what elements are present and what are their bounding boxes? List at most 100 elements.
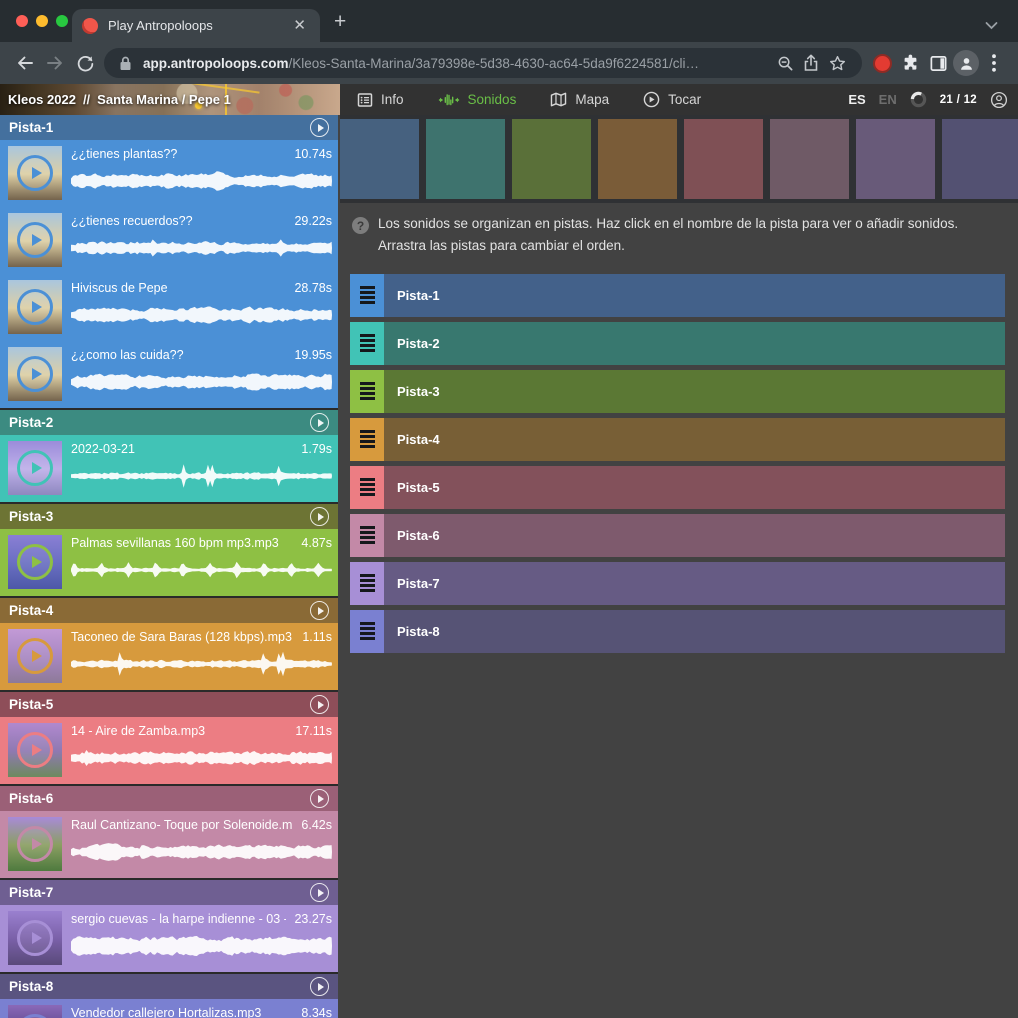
track-row-body[interactable]: Pista-4 (384, 418, 1005, 461)
track-play-button[interactable] (310, 118, 329, 137)
lang-toggle-es[interactable]: ES (848, 92, 865, 107)
browser-profile-avatar[interactable] (952, 48, 980, 78)
audio-clip[interactable]: ¿¿tienes plantas??10.74s (0, 140, 338, 207)
clip-play-icon[interactable] (17, 638, 53, 674)
help-icon: ? (352, 217, 369, 234)
track-row[interactable]: Pista-8 (350, 610, 1005, 653)
minimize-window-button[interactable] (36, 15, 48, 27)
clip-play-icon[interactable] (17, 826, 53, 862)
track-play-button[interactable] (310, 977, 329, 996)
clip-play-icon[interactable] (17, 1014, 53, 1018)
play-triangle-icon (32, 932, 42, 944)
clip-play-icon[interactable] (17, 155, 53, 191)
track-header[interactable]: Pista-1 (0, 115, 338, 140)
track-clips: Vendedor callejero Hortalizas.mp38.34s (0, 999, 338, 1018)
clip-play-icon[interactable] (17, 732, 53, 768)
clip-play-icon[interactable] (17, 356, 53, 392)
reload-button[interactable] (70, 48, 100, 78)
track-row[interactable]: Pista-5 (350, 466, 1005, 509)
browser-menu-kebab-icon[interactable] (980, 48, 1008, 78)
clip-play-icon[interactable] (17, 920, 53, 956)
extensions-puzzle-icon[interactable] (896, 48, 924, 78)
track-play-button[interactable] (310, 601, 329, 620)
address-bar[interactable]: app.antropoloops.com/Kleos-Santa-Marina/… (104, 48, 862, 78)
nav-tab-mapa[interactable]: Mapa (550, 92, 609, 107)
close-window-button[interactable] (16, 15, 28, 27)
clip-thumbnail (8, 1005, 62, 1018)
audio-clip[interactable]: 2022-03-211.79s (0, 435, 338, 502)
bookmark-star-icon[interactable] (824, 50, 850, 76)
track-play-button[interactable] (310, 789, 329, 808)
track-play-button[interactable] (310, 507, 329, 526)
track-row[interactable]: Pista-7 (350, 562, 1005, 605)
track-header[interactable]: Pista-4 (0, 598, 338, 623)
track-header[interactable]: Pista-7 (0, 880, 338, 905)
side-panel-icon[interactable] (924, 48, 952, 78)
track-name: Pista-3 (9, 509, 53, 524)
track-play-button[interactable] (310, 413, 329, 432)
back-button[interactable] (10, 48, 40, 78)
clip-play-icon[interactable] (17, 289, 53, 325)
track-header[interactable]: Pista-2 (0, 410, 338, 435)
clip-play-icon[interactable] (17, 450, 53, 486)
forward-button[interactable] (40, 48, 70, 78)
track-row[interactable]: Pista-3 (350, 370, 1005, 413)
clip-play-icon[interactable] (17, 544, 53, 580)
audio-clip[interactable]: Raul Cantizano- Toque por Solenoide.mp36… (0, 811, 338, 878)
drag-handle-icon[interactable] (350, 562, 384, 605)
track-header[interactable]: Pista-5 (0, 692, 338, 717)
track-row-body[interactable]: Pista-3 (384, 370, 1005, 413)
nav-tab-tocar[interactable]: Tocar (643, 91, 701, 108)
track-play-button[interactable] (310, 883, 329, 902)
track-row-body[interactable]: Pista-2 (384, 322, 1005, 365)
nav-tab-info[interactable]: Info (357, 92, 404, 108)
audio-clip[interactable]: 14 - Aire de Zamba.mp317.11s (0, 717, 338, 784)
audio-clip[interactable]: Vendedor callejero Hortalizas.mp38.34s (0, 999, 338, 1018)
track-row[interactable]: Pista-6 (350, 514, 1005, 557)
track-section: Pista-22022-03-211.79s (0, 410, 338, 502)
audio-clip[interactable]: sergio cuevas - la harpe indienne - 03 -… (0, 905, 338, 972)
screen-recorder-extension-icon[interactable] (868, 48, 896, 78)
drag-handle-icon[interactable] (350, 418, 384, 461)
track-header[interactable]: Pista-6 (0, 786, 338, 811)
browser-tab[interactable]: Play Antropoloops ✕ (72, 9, 320, 42)
track-row-body[interactable]: Pista-1 (384, 274, 1005, 317)
audio-clip[interactable]: Taconeo de Sara Baras (128 kbps).mp31.11… (0, 623, 338, 690)
audio-clip[interactable]: Palmas sevillanas 160 bpm mp3.mp34.87s (0, 529, 338, 596)
track-row-body[interactable]: Pista-6 (384, 514, 1005, 557)
track-row[interactable]: Pista-4 (350, 418, 1005, 461)
track-row-body[interactable]: Pista-8 (384, 610, 1005, 653)
drag-handle-icon[interactable] (350, 370, 384, 413)
track-row[interactable]: Pista-2 (350, 322, 1005, 365)
account-icon[interactable] (990, 91, 1008, 109)
zoom-window-button[interactable] (56, 15, 68, 27)
audio-clip[interactable]: Hiviscus de Pepe28.78s (0, 274, 338, 341)
audio-clip[interactable]: ¿¿tienes recuerdos??29.22s (0, 207, 338, 274)
breadcrumb-page[interactable]: Santa Marina / Pepe 1 (97, 92, 231, 107)
track-play-button[interactable] (310, 695, 329, 714)
app-nav: Info Sonidos Mapa Tocar (357, 91, 701, 108)
clip-title: ¿¿como las cuida?? (71, 348, 184, 362)
new-tab-button[interactable]: + (334, 10, 346, 34)
audio-clip[interactable]: ¿¿como las cuida??19.95s (0, 341, 338, 408)
drag-handle-icon[interactable] (350, 466, 384, 509)
breadcrumb-project[interactable]: Kleos 2022 (8, 92, 76, 107)
track-row[interactable]: Pista-1 (350, 274, 1005, 317)
track-header[interactable]: Pista-8 (0, 974, 338, 999)
share-icon[interactable] (798, 50, 824, 76)
tab-search-chevron-icon[interactable] (985, 17, 998, 35)
drag-handle-icon[interactable] (350, 610, 384, 653)
drag-handle-icon[interactable] (350, 322, 384, 365)
track-row-body[interactable]: Pista-5 (384, 466, 1005, 509)
drag-handle-icon[interactable] (350, 274, 384, 317)
board-color-swatch (340, 119, 419, 199)
zoom-out-indicator-icon[interactable] (772, 50, 798, 76)
track-row-body[interactable]: Pista-7 (384, 562, 1005, 605)
lang-toggle-en[interactable]: EN (879, 92, 897, 107)
clip-play-icon[interactable] (17, 222, 53, 258)
drag-handle-icon[interactable] (350, 514, 384, 557)
tab-close-icon[interactable]: ✕ (289, 16, 310, 35)
track-clips: Palmas sevillanas 160 bpm mp3.mp34.87s (0, 529, 338, 596)
nav-tab-sonidos[interactable]: Sonidos (438, 92, 517, 107)
track-header[interactable]: Pista-3 (0, 504, 338, 529)
